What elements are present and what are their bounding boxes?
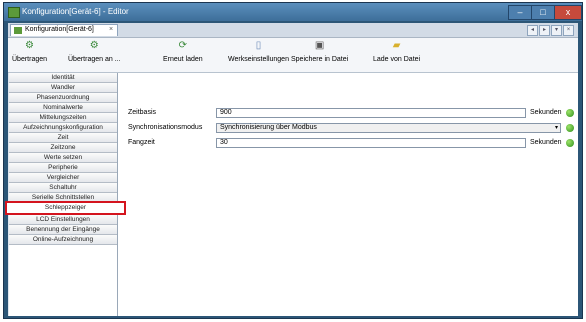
fangzeit-status-icon	[566, 139, 574, 147]
transfer-to-button[interactable]: ⚙ Übertragen an ...	[68, 40, 121, 63]
nav-item-identitaet[interactable]: Identität	[9, 73, 117, 83]
gear-icon: ⚙	[89, 40, 99, 51]
load-from-file-button[interactable]: ▰ Lade von Datei	[373, 40, 420, 63]
zeitbasis-label: Zeitbasis	[128, 109, 157, 116]
document-icon: ▯	[255, 40, 262, 51]
reload-button[interactable]: ⟳ Erneut laden	[163, 40, 203, 63]
tab-konfiguration[interactable]: Konfiguration[Gerät-6] ×	[10, 24, 118, 36]
nav-item-werte-setzen[interactable]: Werte setzen	[9, 153, 117, 163]
gear-icon: ⚙	[25, 40, 34, 51]
nav-item-benennung-der-eingaenge[interactable]: Benennung der Eingänge	[9, 225, 117, 235]
sync-mode-select[interactable]: Synchronisierung über Modbus ▾	[216, 123, 561, 133]
editor-body: Konfiguration[Gerät-6] × ◂ ▸ ▾ × ⚙ Übertrag…	[5, 23, 578, 316]
nav-item-schaltuhr[interactable]: Schaltuhr	[9, 183, 117, 193]
toolbar-label: Speichere in Datei	[291, 56, 349, 63]
toolbar-label: Übertragen	[12, 56, 48, 63]
tab-scroll-right-icon[interactable]: ▸	[539, 25, 550, 36]
tab-nav-buttons: ◂ ▸ ▾ ×	[526, 25, 574, 36]
fangzeit-label: Fangzeit	[128, 139, 155, 146]
nav-item-nominalwerte[interactable]: Nominalwerte	[9, 103, 117, 113]
tab-label: Konfiguration[Gerät-6]	[25, 26, 94, 33]
sync-mode-value: Synchronisierung über Modbus	[220, 124, 317, 131]
folder-icon: ▰	[392, 40, 401, 51]
zeitbasis-status-icon	[566, 109, 574, 117]
nav-item-aufzeichnungskonfiguration[interactable]: Aufzeichnungskonfiguration	[9, 123, 117, 133]
fangzeit-unit: Sekunden	[530, 139, 562, 146]
save-to-file-button[interactable]: ▣ Speichere in Datei	[291, 40, 348, 63]
minimize-button[interactable]: –	[508, 5, 532, 20]
settings-content: Zeitbasis 900 Sekunden Synchronisationsm…	[118, 73, 578, 316]
maximize-button[interactable]: □	[531, 5, 555, 20]
transfer-button[interactable]: ⚙ Übertragen	[12, 40, 47, 63]
toolbar-label: Erneut laden	[163, 56, 203, 63]
toolbar-label: Übertragen an ...	[68, 56, 121, 63]
sync-mode-status-icon	[566, 124, 574, 132]
zeitbasis-input[interactable]: 900	[216, 108, 526, 118]
nav-item-vergleicher[interactable]: Vergleicher	[9, 173, 117, 183]
factory-settings-button[interactable]: ▯ Werkseinstellungen	[228, 40, 289, 63]
sync-mode-label: Synchronisationsmodus	[128, 124, 203, 131]
zeitbasis-unit: Sekunden	[530, 109, 562, 116]
tab-list-icon[interactable]: ▾	[551, 25, 562, 36]
nav-item-wandler[interactable]: Wandler	[9, 83, 117, 93]
fangzeit-input[interactable]: 30	[216, 138, 526, 148]
settings-nav: Identität Wandler Phasenzuordnung Nomina…	[5, 73, 126, 316]
save-icon: ▣	[314, 40, 325, 51]
nav-item-online-aufzeichnung[interactable]: Online-Aufzeichnung	[9, 235, 117, 245]
nav-item-zeit[interactable]: Zeit	[9, 133, 117, 143]
tab-bar: Konfiguration[Gerät-6] × ◂ ▸ ▾ ×	[8, 23, 578, 38]
chevron-down-icon[interactable]: ▾	[555, 124, 558, 132]
tab-close-icon[interactable]: ×	[109, 26, 113, 33]
toolbar: ⚙ Übertragen ⚙ Übertragen an ... ⟳ Erneu…	[8, 38, 578, 73]
nav-item-schleppzeiger[interactable]: Schleppzeiger	[5, 201, 126, 215]
editor-window: Konfiguration[Gerät-6] - Editor – □ x Ko…	[3, 2, 583, 319]
nav-item-lcd-einstellungen[interactable]: LCD Einstellungen	[9, 215, 117, 225]
close-button[interactable]: x	[554, 5, 582, 20]
nav-item-phasenzuordnung[interactable]: Phasenzuordnung	[9, 93, 117, 103]
config-icon	[14, 27, 22, 34]
nav-item-mittelungszeiten[interactable]: Mittelungszeiten	[9, 113, 117, 123]
toolbar-label: Lade von Datei	[373, 56, 421, 63]
tab-scroll-left-icon[interactable]: ◂	[527, 25, 538, 36]
tab-close-all-icon[interactable]: ×	[563, 25, 574, 36]
app-icon	[8, 7, 20, 18]
refresh-icon: ⟳	[178, 40, 188, 51]
nav-item-zeitzone[interactable]: Zeitzone	[9, 143, 117, 153]
nav-item-peripherie[interactable]: Peripherie	[9, 163, 117, 173]
toolbar-label: Werkseinstellungen	[228, 56, 289, 63]
title-bar[interactable]: Konfiguration[Gerät-6] - Editor – □ x	[4, 3, 582, 21]
window-title: Konfiguration[Gerät-6] - Editor	[22, 7, 129, 16]
